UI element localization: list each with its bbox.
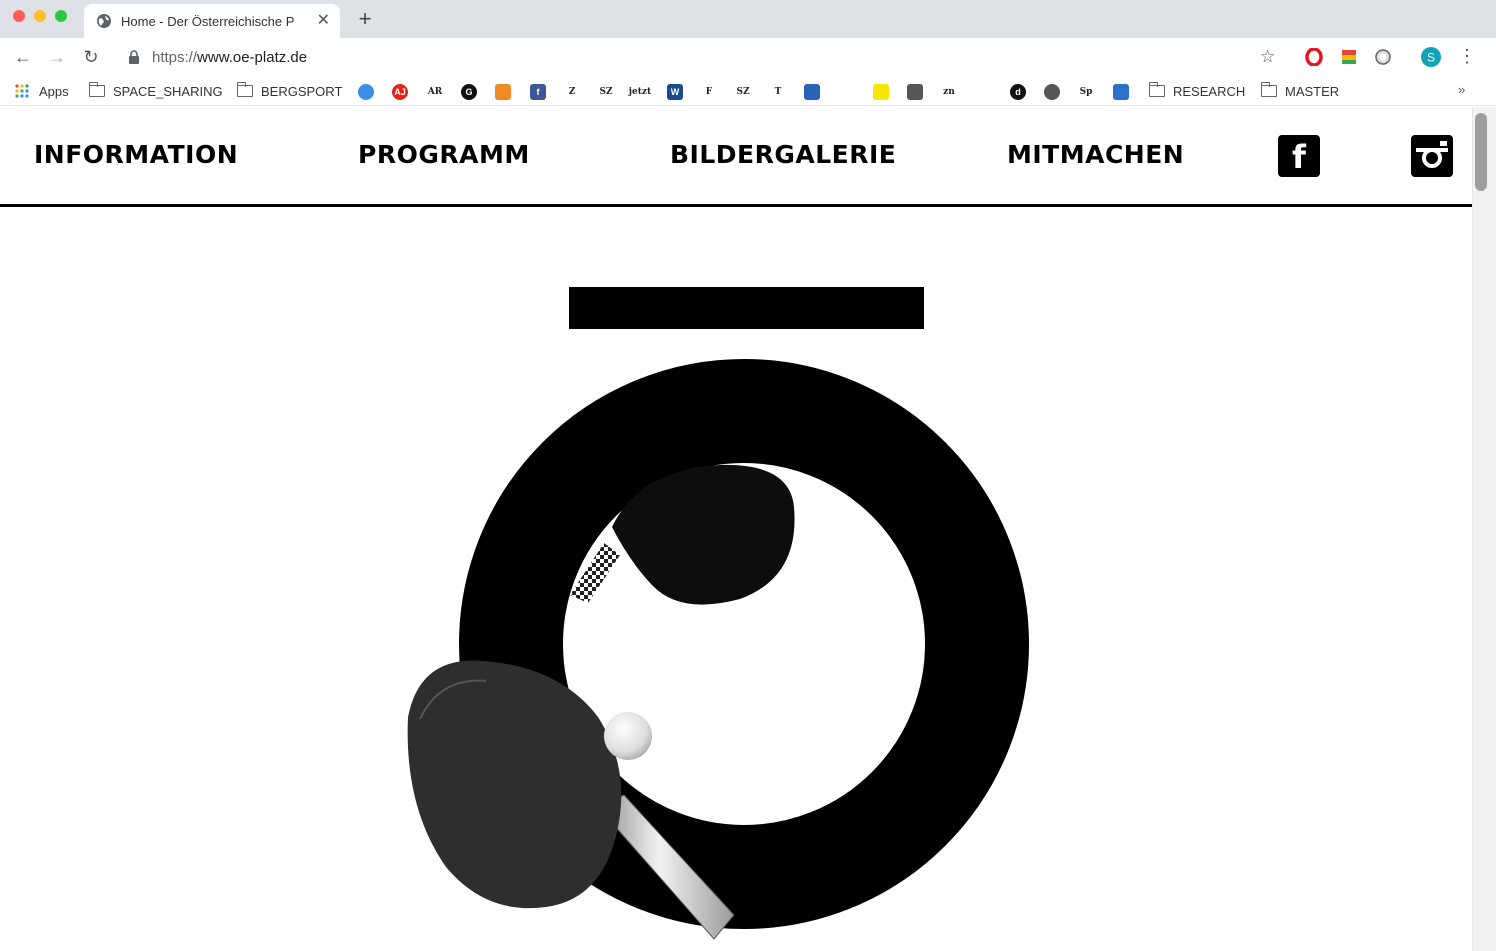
close-window-button[interactable] [13,10,25,22]
instagram-link[interactable] [1411,135,1453,177]
reload-icon[interactable]: ↻ [78,44,104,70]
bookmarks-bar: Apps SPACE_SHARING BERGSPORT AJ AR Gf Z SZ je… [0,76,1496,106]
bookmark-folder-label: MASTER [1285,83,1340,99]
browser-tab-active[interactable]: Home - Der Österreichische P ✕ [84,4,340,38]
facebook-link[interactable]: f [1278,135,1320,177]
hero-logo-graphic [407,287,1029,940]
hand-icon[interactable] [804,84,820,100]
folder-icon [1148,82,1165,97]
scrollbar-thumb[interactable] [1475,113,1487,191]
browser-tab-strip: Home - Der Österreichische P ✕ + [0,0,1496,38]
tab-close-icon[interactable]: ✕ [317,13,330,29]
page-scrollbar[interactable] [1472,107,1496,951]
nav-mitmachen[interactable]: MITMACHEN [1007,140,1184,169]
website-viewport: INFORMATION PROGRAMM BILDERGALERIE MITMA… [0,107,1472,951]
back-arrow-icon[interactable]: ← [10,44,36,70]
nyt-icon[interactable]: T [770,84,786,100]
apps-label: Apps [39,83,69,99]
folder-icon [236,82,253,97]
apps-shortcut[interactable]: Apps [14,82,69,100]
bookmark-folder-label: RESEARCH [1173,83,1246,99]
svg-text:S: S [1427,51,1435,65]
bookmark-folder-label: BERGSPORT [261,83,343,99]
nav-information[interactable]: INFORMATION [34,140,238,169]
folder-icon [88,82,105,97]
zen-icon[interactable]: zn [941,84,957,100]
ping-pong-ball [604,712,652,760]
yellow-figure-icon[interactable] [873,84,889,100]
opera-icon[interactable] [1305,48,1323,66]
bookmark-folder-research[interactable]: RESEARCH [1148,82,1246,100]
sp-icon[interactable]: Sp [1078,84,1094,100]
facebook-icon: f [1292,138,1306,176]
nav-bildergalerie[interactable]: BILDERGALERIE [670,140,896,169]
apps-grid-icon [15,84,29,98]
zeit-icon[interactable]: Z [564,84,580,100]
profile-avatar[interactable]: S [1420,46,1442,68]
logo-macron-bar [569,287,924,329]
tab-title: Home - Der Österreichische P [121,13,295,29]
grid-icon[interactable] [838,84,854,100]
new-tab-button[interactable]: + [352,6,378,32]
url-text[interactable]: https://www.oe-platz.de [152,49,307,66]
bookmark-folder-space-sharing[interactable]: SPACE_SHARING [88,82,223,100]
extension-circle-icon[interactable] [1374,48,1392,66]
extension-colorful-icon[interactable] [1340,48,1358,66]
ar-icon[interactable]: AR [427,84,443,100]
building-icon[interactable] [907,84,923,100]
corner-icon[interactable] [975,84,991,100]
bookmark-folder-master[interactable]: MASTER [1260,82,1340,100]
aj-icon[interactable]: AJ [392,84,408,100]
browser-menu-icon[interactable]: ⋮ [1458,46,1476,67]
bookmark-folder-bergsport[interactable]: BERGSPORT [236,82,343,100]
lock-icon [129,50,139,64]
maximize-window-button[interactable] [55,10,67,22]
d-icon[interactable]: d [1010,84,1026,100]
globe-icon[interactable] [1044,84,1060,100]
bookmark-star-icon[interactable]: ☆ [1260,47,1275,67]
g-icon[interactable]: G [461,84,477,100]
sz-icon[interactable]: SZ [598,84,614,100]
instagram-icon [1416,141,1448,168]
bookmark-folder-label: SPACE_SHARING [113,83,223,99]
sz2-icon[interactable]: SZ [735,84,751,100]
faz-icon[interactable]: F [701,84,717,100]
nav-programm[interactable]: PROGRAMM [358,140,530,169]
dots-icon[interactable] [1113,84,1129,100]
globe-icon [97,14,111,28]
site-navigation: INFORMATION PROGRAMM BILDERGALERIE MITMA… [0,107,1472,207]
bookmarks-overflow-icon[interactable]: » [1458,82,1465,97]
facebook-icon[interactable]: f [530,84,546,100]
text-icon[interactable]: jetzt [629,84,651,100]
w-icon[interactable]: W [667,84,683,100]
minimize-window-button[interactable] [34,10,46,22]
address-bar[interactable]: https://www.oe-platz.de [116,42,1296,72]
forward-arrow-icon[interactable]: → [44,44,70,70]
blue-circle-icon[interactable] [358,84,374,100]
orange-photo-icon[interactable] [495,84,511,100]
lower-paddle-image [407,660,735,940]
browser-toolbar: ← → ↻ https://www.oe-platz.de ☆ S ⋮ [0,38,1496,76]
folder-icon [1260,82,1277,97]
